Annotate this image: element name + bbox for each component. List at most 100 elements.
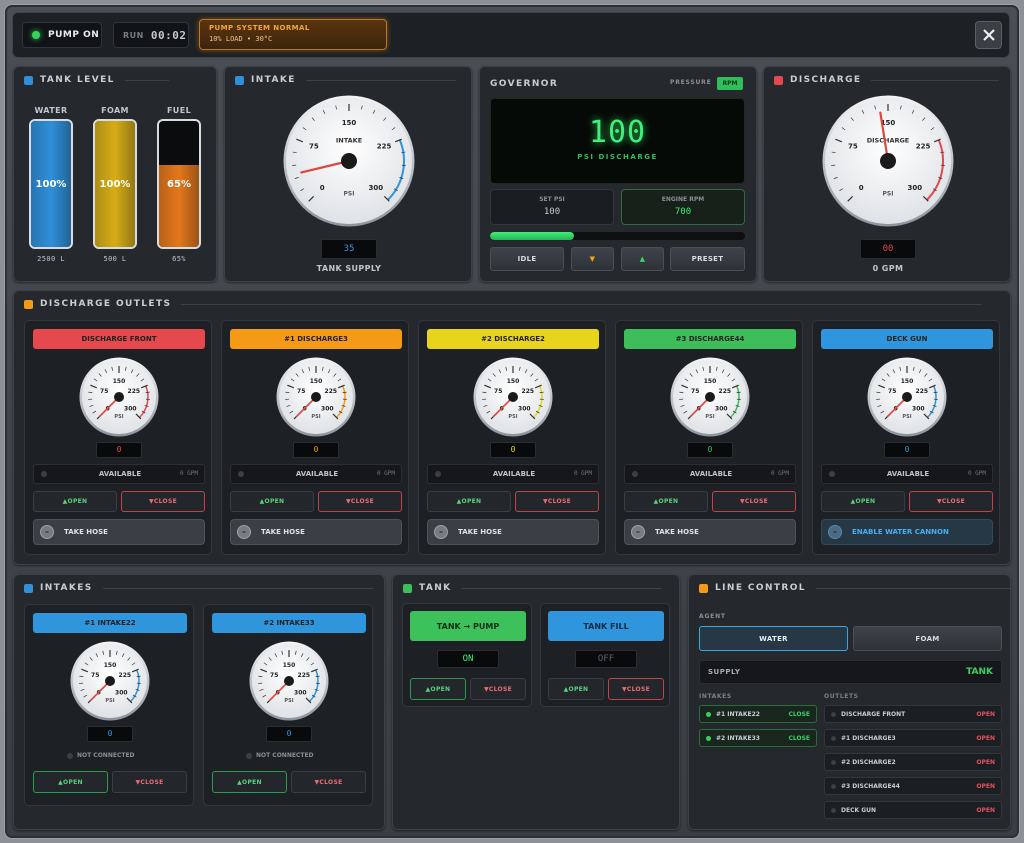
take-hose-button[interactable]: – TAKE HOSE [33,519,205,545]
intake-open-button[interactable]: ▲OPEN [212,771,287,793]
agent-foam-button[interactable]: FOAM [853,626,1002,651]
outlet-close-button[interactable]: ▼CLOSE [909,491,993,512]
gauge-hub [311,392,321,402]
outlet-open-button[interactable]: ▲OPEN [230,491,314,512]
tank-fill-card: TANK FILL OFF ▲OPEN ▼CLOSE [540,603,670,707]
line-intake-row[interactable]: #2 INTAKE33 CLOSE [699,729,817,747]
line-intake-state: CLOSE [788,734,810,742]
outlet-open-button[interactable]: ▲OPEN [821,491,905,512]
outlet-close-button[interactable]: ▼CLOSE [121,491,205,512]
line-outlet-row[interactable]: #3 DISCHARGE44 OPEN [824,777,1002,795]
tank-gauge: 100% [93,119,137,249]
intake-readout: 0 [266,726,312,742]
pump-led-icon [32,31,40,39]
tank-fill-header[interactable]: TANK FILL [548,611,664,641]
intake-readout: 35 [321,239,377,259]
outlet-readout: 0 [687,442,733,458]
preset-button[interactable]: PRESET [670,247,745,271]
run-label: RUN [123,30,144,40]
gauge-label: DISCHARGE [867,137,910,145]
intake-panel: INTAKE 0 75 150 225 300 INTAKE PSI 35 TANK SUP… [224,66,472,282]
line-intake-row[interactable]: #1 INTAKE22 CLOSE [699,705,817,723]
outlet-status: AVAILABLE 0 GPM [33,464,205,484]
outlet-open-button[interactable]: ▲OPEN [427,491,511,512]
tank-to-pump-open-button[interactable]: ▲OPEN [410,678,466,700]
outlet-open-button[interactable]: ▲OPEN [624,491,708,512]
line-outlet-name: #3 DISCHARGE44 [841,782,900,790]
outlet-close-button[interactable]: ▼CLOSE [318,491,402,512]
line-outlet-state: OPEN [976,758,995,766]
gauge-unit: PSI [114,414,123,420]
agent-water-button[interactable]: WATER [699,626,848,651]
outlet-gauge: 075150225300PSI [276,357,356,437]
idle-button[interactable]: IDLE [490,247,564,271]
outlet-open-button[interactable]: ▲OPEN [33,491,117,512]
gauge-tick-label: 225 [719,388,732,395]
intake-status: NOT CONNECTED [256,752,314,759]
gauge-tick-label: 75 [91,672,99,679]
outlet-gauge: 075150225300PSI [867,357,947,437]
gauge-unit: PSI [902,414,911,420]
gauge-tick-label: 300 [124,405,137,412]
intake-open-button[interactable]: ▲OPEN [33,771,108,793]
gauge-tick-label: 225 [128,388,141,395]
outlet-header: DISCHARGE FRONT [33,329,205,349]
line-outlet-row[interactable]: DECK GUN OPEN [824,801,1002,819]
gauge-tick-label: 300 [115,689,128,696]
tank-to-pump-header[interactable]: TANK → PUMP [410,611,526,641]
gauge-tick-label: 75 [691,388,699,395]
line-outlet-row[interactable]: #2 DISCHARGE2 OPEN [824,753,1002,771]
tank-to-pump-card: TANK → PUMP ON ▲OPEN ▼CLOSE [402,603,532,707]
tank-amount: 2500 L [37,255,65,263]
line-outlet-row[interactable]: DISCHARGE FRONT OPEN [824,705,1002,723]
take-hose-button[interactable]: – TAKE HOSE [624,519,796,545]
decrease-button[interactable]: ▼ [571,247,614,271]
tank-to-pump-close-button[interactable]: ▼CLOSE [470,678,526,700]
tank-percent: 65% [167,179,191,190]
governor-progress [490,232,745,240]
outlet-close-button[interactable]: ▼CLOSE [515,491,599,512]
set-psi-value: 100 [543,207,561,217]
intake-close-button[interactable]: ▼CLOSE [291,771,366,793]
mode-rpm-button[interactable]: RPM [717,77,743,90]
tank-amount: 500 L [103,255,127,263]
pump-status-button[interactable]: PUMP ON [22,22,102,48]
outlet-action-label: ENABLE WATER CANNON [852,528,949,536]
outlet-gauge: 075150225300PSI [79,357,159,437]
enable-water-cannon-button[interactable]: – ENABLE WATER CANNON [821,519,993,545]
take-hose-button[interactable]: – TAKE HOSE [230,519,402,545]
engine-rpm-label: ENGINE RPM [661,196,705,203]
intake-close-button[interactable]: ▼CLOSE [112,771,187,793]
line-outlet-row[interactable]: #1 DISCHARGE3 OPEN [824,729,1002,747]
close-button[interactable] [975,21,1002,49]
discharge-readout: 00 [860,239,916,259]
increase-button[interactable]: ▲ [621,247,664,271]
tank-amount: 65% [172,255,186,263]
governor-display-label: PSI DISCHARGE [577,153,658,161]
gauge-tick-label: 150 [310,378,323,385]
outlet-gpm: 0 GPM [376,470,395,477]
status-led-icon [831,783,836,789]
tank-fill-close-button[interactable]: ▼CLOSE [608,678,664,700]
gauge-tick-label: 225 [298,672,311,679]
panel-title: DISCHARGE OUTLETS [40,299,172,309]
line-intake-state: CLOSE [788,710,810,718]
line-outlet-name: #2 DISCHARGE2 [841,758,896,766]
mode-pressure[interactable]: PRESSURE [670,79,711,86]
tank-fill [159,165,199,247]
gauge-tick-label: 300 [294,689,307,696]
governor-progress-fill [490,232,575,240]
gauge-unit: PSI [344,190,355,197]
tank-fill-open-button[interactable]: ▲OPEN [548,678,604,700]
gauge-tick-label: 150 [507,378,520,385]
outlet-header: #3 DISCHARGE44 [624,329,796,349]
outlet-close-button[interactable]: ▼CLOSE [712,491,796,512]
governor-panel: GOVERNOR PRESSURE RPM 100 PSI DISCHARGE … [479,66,757,282]
outlet-status: AVAILABLE 0 GPM [230,464,402,484]
outlet-gpm: 0 GPM [967,470,986,477]
intakes-panel: INTAKES #1 INTAKE22 075150225300PSI 0 NO… [13,574,385,830]
take-hose-button[interactable]: – TAKE HOSE [427,519,599,545]
discharge-outlets-panel: DISCHARGE OUTLETS DISCHARGE FRONT 0 75 150… [13,290,1011,565]
tank-to-pump-state: ON [437,650,499,668]
gauge-tick-label: 75 [100,388,108,395]
